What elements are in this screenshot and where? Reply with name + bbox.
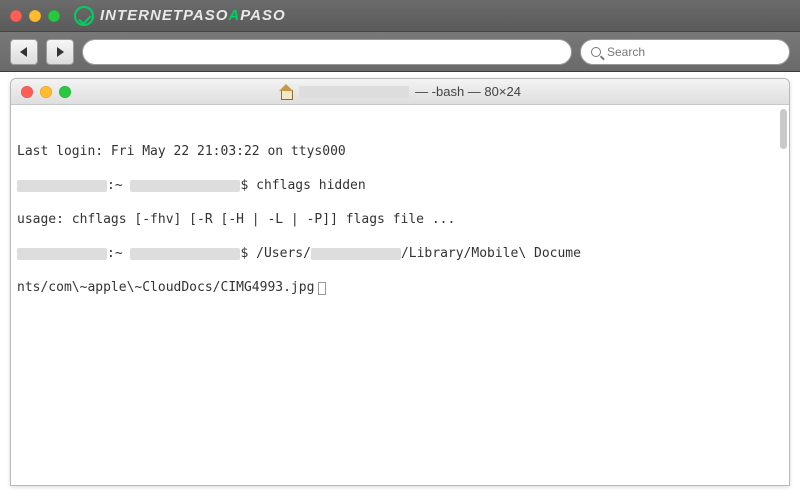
close-icon[interactable]: [10, 10, 22, 22]
terminal-titlebar: — -bash — 80×24: [11, 79, 789, 105]
search-placeholder: Search: [607, 45, 645, 59]
close-icon[interactable]: [21, 86, 33, 98]
browser-top-bar: INTERNETPASOAPASO: [0, 0, 800, 32]
redacted-text: [299, 86, 409, 98]
brand-text-1: INTERNET: [100, 7, 183, 24]
terminal-line: :~ $ /Users//Library/Mobile\ Docume: [17, 245, 783, 262]
brand-text-3: PASO: [240, 7, 285, 24]
terminal-line: :~ $ chflags hidden: [17, 177, 783, 194]
search-field[interactable]: Search: [580, 39, 790, 65]
brand-logo-icon: [74, 6, 94, 26]
search-icon: [591, 47, 601, 57]
redacted-text: [130, 180, 240, 192]
forward-button[interactable]: [46, 39, 74, 65]
terminal-window: — -bash — 80×24 Last login: Fri May 22 2…: [10, 78, 790, 486]
terminal-window-controls: [21, 86, 71, 98]
triangle-left-icon: [18, 46, 30, 58]
terminal-title-text: — -bash — 80×24: [415, 84, 521, 99]
triangle-right-icon: [54, 46, 66, 58]
brand-text-accent: A: [228, 7, 240, 24]
nav-bar: Search: [0, 32, 800, 72]
terminal-body[interactable]: Last login: Fri May 22 21:03:22 on ttys0…: [11, 105, 789, 485]
redacted-text: [311, 248, 401, 260]
redacted-text: [130, 248, 240, 260]
back-button[interactable]: [10, 39, 38, 65]
terminal-title: — -bash — 80×24: [21, 84, 779, 99]
home-icon: [279, 85, 293, 99]
scrollbar-thumb[interactable]: [780, 109, 787, 149]
minimize-icon[interactable]: [29, 10, 41, 22]
redacted-text: [17, 180, 107, 192]
brand-text-2: PASO: [183, 7, 228, 24]
terminal-line: usage: chflags [-fhv] [-R [-H | -L | -P]…: [17, 211, 783, 228]
maximize-icon[interactable]: [48, 10, 60, 22]
redacted-text: [17, 248, 107, 260]
minimize-icon[interactable]: [40, 86, 52, 98]
cursor-icon: [318, 282, 326, 295]
terminal-line: Last login: Fri May 22 21:03:22 on ttys0…: [17, 143, 783, 160]
address-bar[interactable]: [82, 39, 572, 65]
maximize-icon[interactable]: [59, 86, 71, 98]
terminal-line: nts/com\~apple\~CloudDocs/CIMG4993.jpg: [17, 279, 783, 296]
window-controls: [10, 10, 60, 22]
site-brand: INTERNETPASOAPASO: [74, 6, 286, 26]
